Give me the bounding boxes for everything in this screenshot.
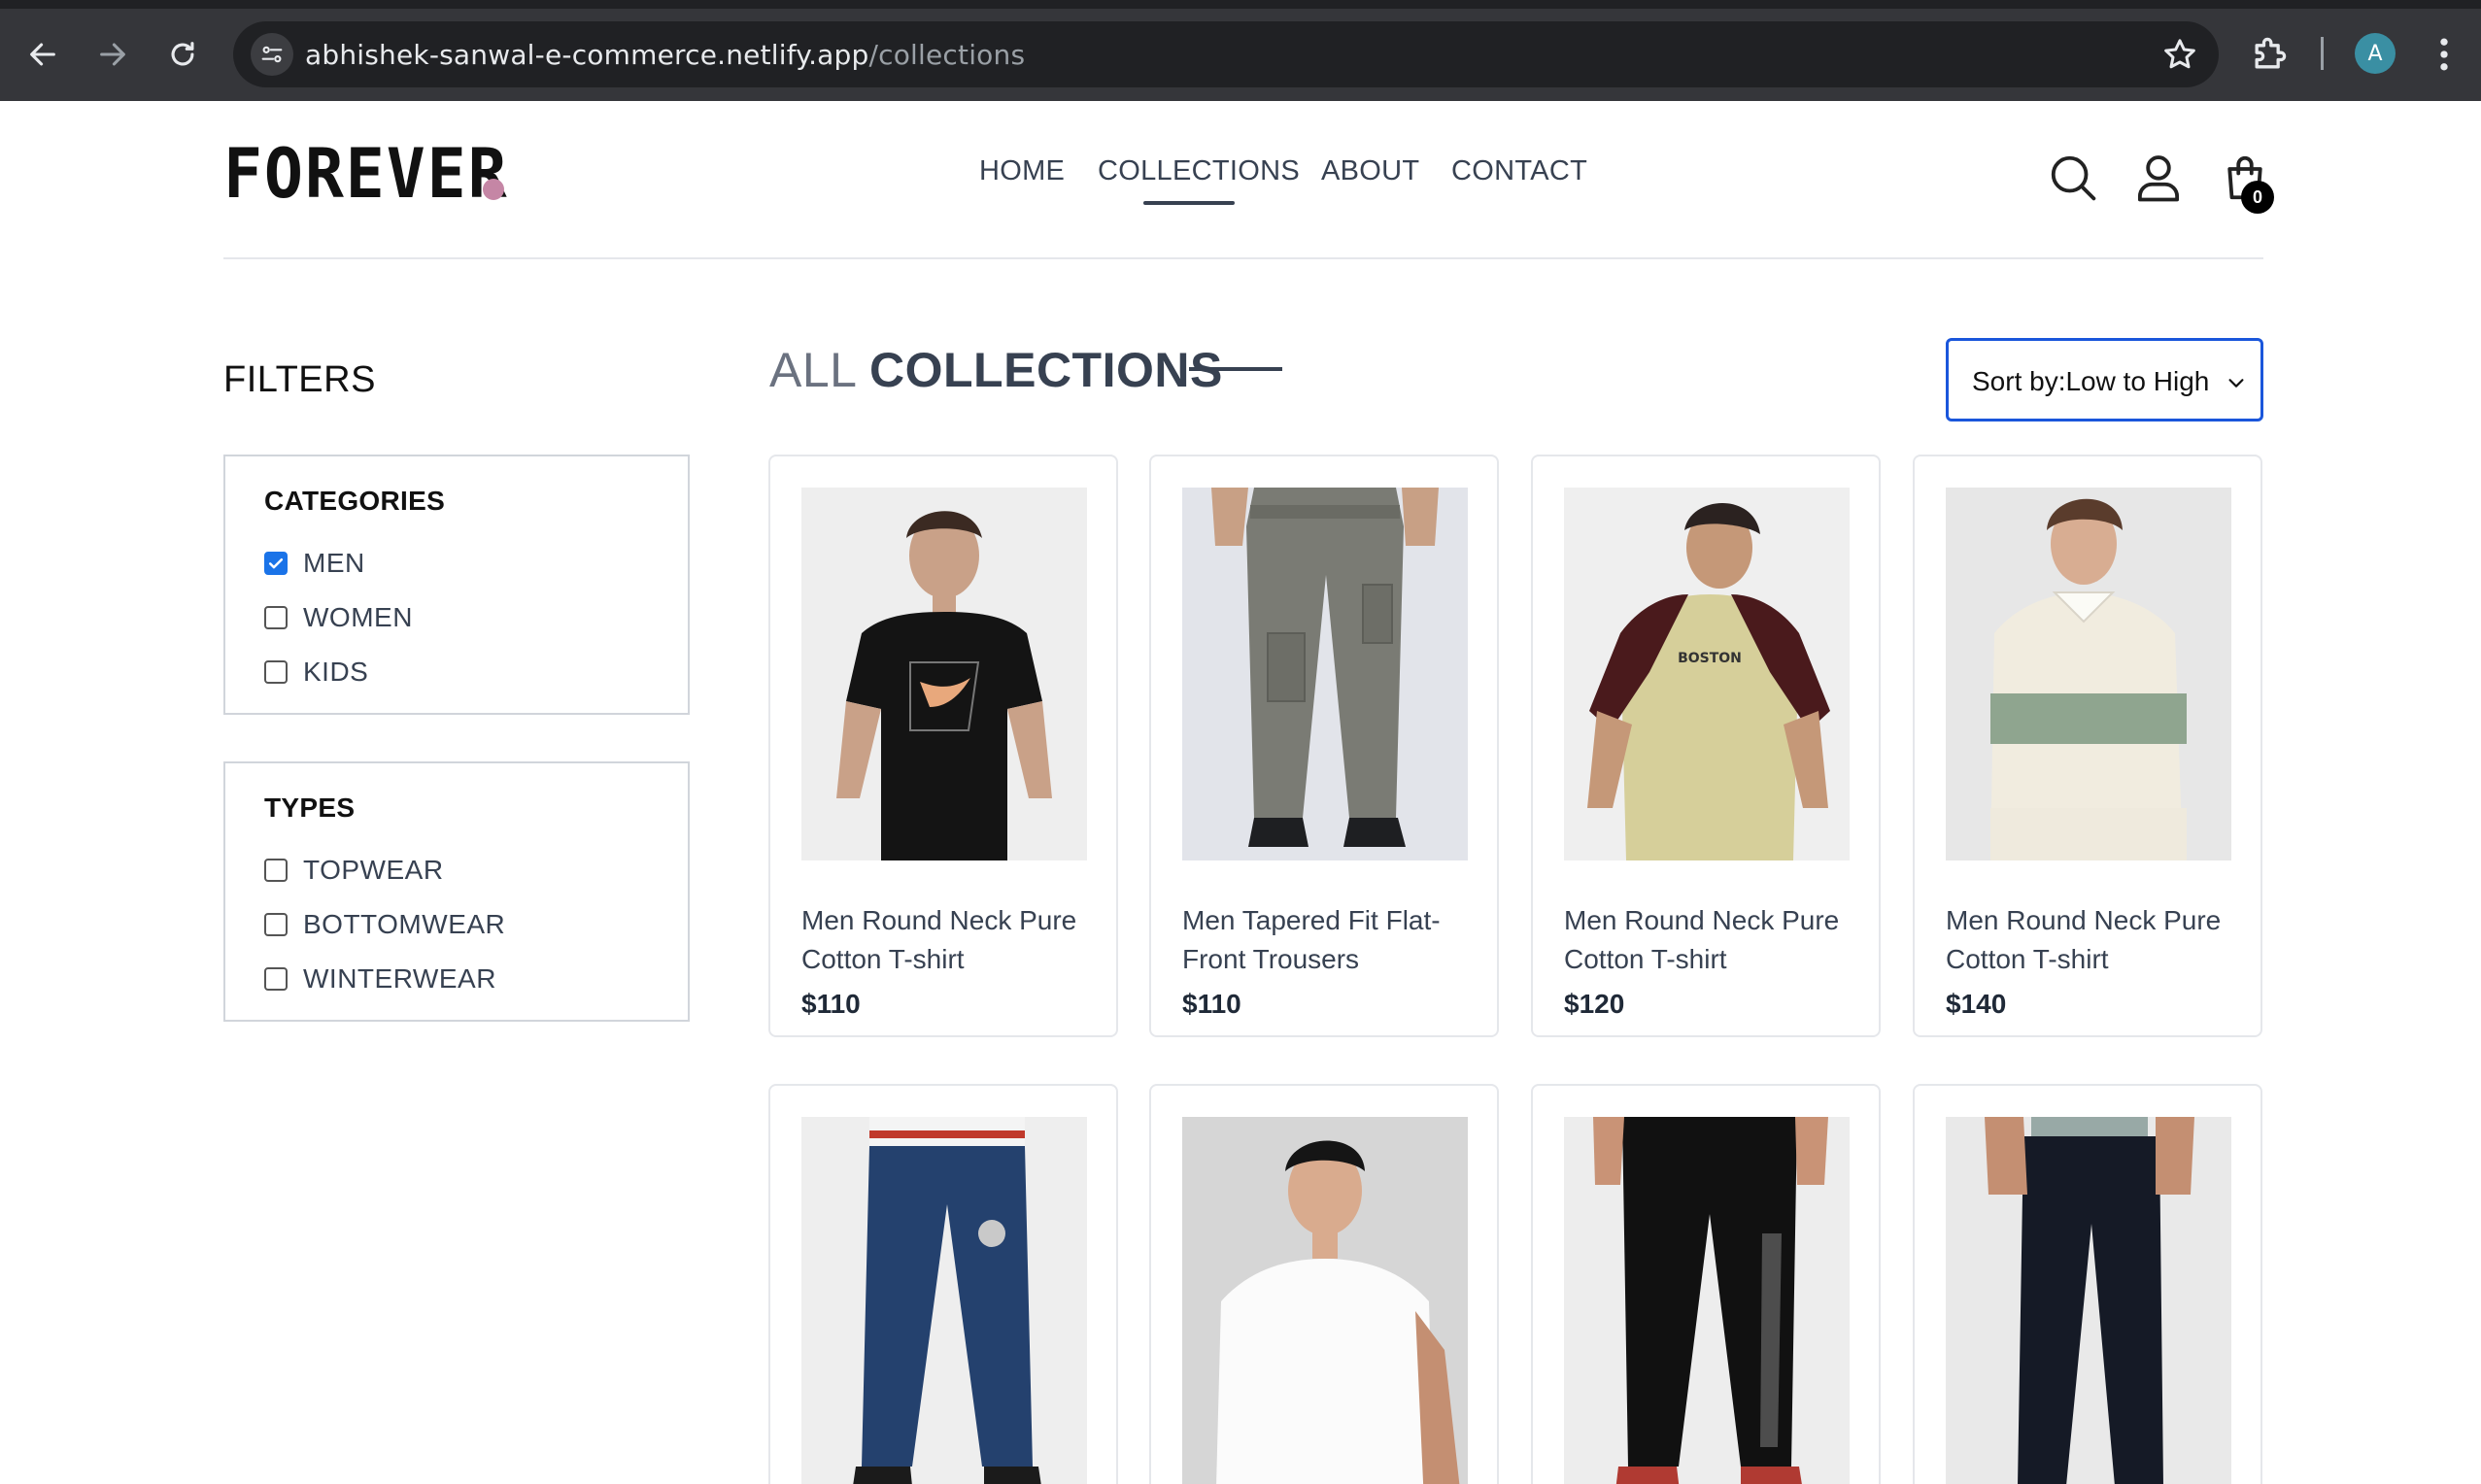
product-image[interactable] — [1946, 1117, 2231, 1484]
product-photo-tshirt-white — [1182, 1117, 1468, 1484]
sort-select[interactable]: Sort by:Low to High — [1946, 338, 2263, 422]
collections-title-prefix: ALL — [769, 343, 856, 397]
toolbar-divider — [2321, 37, 2324, 70]
checkbox-men[interactable] — [264, 552, 288, 575]
profile-avatar[interactable]: A — [2355, 33, 2396, 74]
product-image[interactable] — [801, 1117, 1087, 1484]
filter-option-men[interactable]: MEN — [264, 548, 365, 579]
nav-collections[interactable]: COLLECTIONS — [1098, 155, 1300, 187]
filter-option-winterwear[interactable]: WINTERWEAR — [264, 963, 496, 995]
product-price: $140 — [1946, 989, 2007, 1019]
active-nav-indicator — [1143, 201, 1235, 205]
product-photo-raglan-tee: BOSTON — [1564, 488, 1850, 860]
svg-text:BOSTON: BOSTON — [1678, 651, 1742, 666]
nav-home[interactable]: HOME — [979, 155, 1065, 187]
checkbox-bottomwear[interactable] — [264, 913, 288, 936]
url-text[interactable]: abhishek-sanwal-e-commerce.netlify.app/c… — [305, 39, 1025, 71]
forward-icon — [100, 43, 125, 66]
filter-option-topwear[interactable]: TOPWEAR — [264, 855, 444, 886]
cart-count-badge: 0 — [2241, 181, 2274, 214]
sort-selected-value: Sort by:Low to High — [1972, 366, 2210, 396]
tab-strip — [0, 0, 2481, 9]
extensions-icon[interactable] — [2248, 33, 2291, 76]
filter-label-men: MEN — [303, 548, 365, 578]
product-image[interactable]: BOSTON — [1564, 488, 1850, 860]
chevron-down-icon — [2228, 379, 2244, 388]
reload-button[interactable] — [155, 27, 210, 82]
address-bar[interactable]: abhishek-sanwal-e-commerce.netlify.app/c… — [233, 21, 2219, 87]
product-card[interactable] — [1531, 1084, 1881, 1484]
checkmark-icon — [268, 558, 284, 569]
collections-title: ALL COLLECTIONS — [769, 342, 1223, 398]
filter-option-women[interactable]: WOMEN — [264, 602, 413, 633]
product-name[interactable]: Men Round Neck Pure Cotton T-shirt — [1564, 901, 1855, 979]
filter-option-kids[interactable]: KIDS — [264, 657, 368, 688]
product-image[interactable] — [1182, 488, 1468, 860]
product-image[interactable] — [1946, 488, 2231, 860]
collections-title-main: COLLECTIONS — [869, 343, 1223, 397]
filter-label-kids: KIDS — [303, 657, 369, 687]
filter-label-women: WOMEN — [303, 602, 413, 632]
search-icon[interactable] — [2047, 152, 2099, 204]
url-host: abhishek-sanwal-e-commerce.netlify.app — [305, 39, 869, 71]
product-card[interactable]: Men Tapered Fit Flat-Front Trousers $110 — [1149, 455, 1499, 1037]
product-name[interactable]: Men Round Neck Pure Cotton T-shirt — [1946, 901, 2237, 979]
product-image[interactable] — [1182, 1117, 1468, 1484]
product-image[interactable] — [1564, 1117, 1850, 1484]
product-card[interactable]: Men Round Neck Pure Cotton T-shirt $140 — [1913, 455, 2262, 1037]
filter-label-winterwear: WINTERWEAR — [303, 963, 496, 994]
back-icon — [30, 43, 55, 66]
site-info-button[interactable] — [251, 33, 293, 76]
categories-heading: CATEGORIES — [264, 486, 446, 516]
browser-toolbar: abhishek-sanwal-e-commerce.netlify.app/c… — [0, 0, 2481, 101]
star-icon[interactable] — [2160, 35, 2199, 74]
checkbox-topwear[interactable] — [264, 859, 288, 882]
back-button[interactable] — [16, 27, 70, 82]
product-card[interactable] — [768, 1084, 1118, 1484]
product-card[interactable] — [1149, 1084, 1499, 1484]
product-photo-trousers-grey — [1182, 488, 1468, 860]
url-path: /collections — [868, 39, 1026, 71]
product-photo-joggers-navy — [801, 1117, 1087, 1484]
site-info-icon — [261, 46, 283, 63]
nav-contact[interactable]: CONTACT — [1451, 155, 1587, 187]
product-photo-jeans-black — [1946, 1117, 2231, 1484]
product-photo-tshirt-black — [801, 488, 1087, 860]
profile-icon[interactable] — [2132, 152, 2185, 204]
forward-button[interactable] — [85, 27, 140, 82]
product-price: $110 — [801, 989, 861, 1019]
product-card[interactable] — [1913, 1084, 2262, 1484]
header-divider — [223, 257, 2263, 259]
types-filter: TYPES TOPWEAR BOTTOMWEAR WINTERWEAR — [223, 761, 690, 1022]
product-name[interactable]: Men Round Neck Pure Cotton T-shirt — [801, 901, 1093, 979]
reload-icon — [171, 42, 194, 66]
filter-label-topwear: TOPWEAR — [303, 855, 444, 885]
categories-filter: CATEGORIES MEN WOMEN KIDS — [223, 455, 690, 715]
product-image[interactable] — [801, 488, 1087, 860]
checkbox-winterwear[interactable] — [264, 967, 288, 991]
product-price: $110 — [1182, 989, 1241, 1019]
title-decoration-line — [1189, 367, 1282, 371]
filter-option-bottomwear[interactable]: BOTTOMWEAR — [264, 909, 505, 940]
product-card[interactable]: BOSTON Men Round Neck Pure Cotton T-shir… — [1531, 455, 1881, 1037]
product-name[interactable]: Men Tapered Fit Flat-Front Trousers — [1182, 901, 1474, 979]
types-heading: TYPES — [264, 793, 356, 823]
filters-title[interactable]: FILTERS — [223, 359, 376, 401]
main-nav: HOME COLLECTIONS ABOUT CONTACT — [0, 155, 2481, 204]
checkbox-kids[interactable] — [264, 660, 288, 684]
product-card[interactable]: Men Round Neck Pure Cotton T-shirt $110 — [768, 455, 1118, 1037]
filter-label-bottomwear: BOTTOMWEAR — [303, 909, 506, 939]
checkbox-women[interactable] — [264, 606, 288, 629]
product-photo-track-pants-black — [1564, 1117, 1850, 1484]
product-price: $120 — [1564, 989, 1625, 1019]
product-photo-rugby-sweater — [1946, 488, 2231, 860]
nav-about[interactable]: ABOUT — [1321, 155, 1419, 187]
kebab-menu-icon[interactable] — [2427, 33, 2462, 76]
